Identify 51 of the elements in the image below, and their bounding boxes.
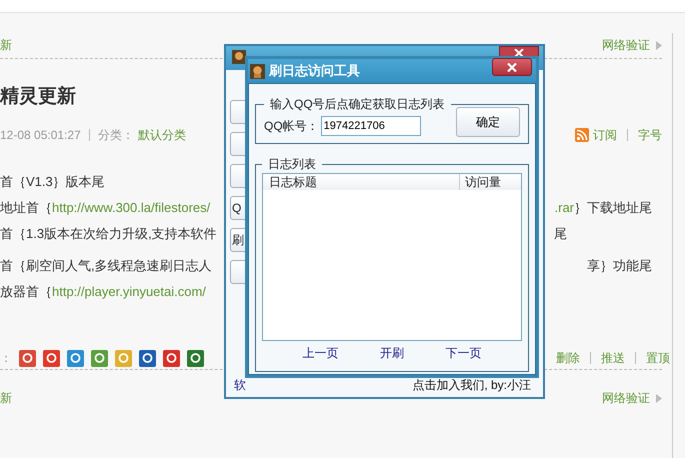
- content-line: .rar｝下载地址尾: [554, 199, 653, 217]
- log-list[interactable]: 日志标题 访问量: [262, 173, 522, 341]
- subscribe-link[interactable]: 订阅: [593, 126, 617, 144]
- group-label: 日志列表: [267, 156, 317, 173]
- content-line: 享｝功能尾: [587, 257, 653, 275]
- category-link[interactable]: 默认分类: [138, 126, 186, 144]
- post-time: 12-08 05:01:27: [0, 128, 81, 142]
- share-icon[interactable]: [139, 350, 156, 366]
- network-verify-link[interactable]: 网络验证: [602, 390, 662, 406]
- content-line: 首｛1.3版本在次给力升级,支持本软件: [0, 225, 217, 243]
- qq-label: QQ帐号：: [264, 118, 319, 134]
- download-link[interactable]: http://player.yinyuetai.com/: [52, 284, 206, 299]
- window-title: 刷日志访问工具: [269, 62, 360, 80]
- qq-input-field[interactable]: 1974221706: [320, 116, 421, 136]
- group-label: 输入QQ号后点确定获取日志列表: [269, 96, 446, 113]
- content-line: 首｛刷空间人气,多线程急速刷日志人: [0, 257, 212, 275]
- confirm-button[interactable]: 确定: [456, 107, 520, 137]
- column-header[interactable]: 访问量: [460, 174, 521, 190]
- font-size-link[interactable]: 字号: [638, 126, 662, 144]
- close-icon: [507, 62, 517, 72]
- content-line: 放器首｛http://player.yinyuetai.com/: [0, 283, 206, 301]
- category-label: 分类：: [98, 126, 134, 144]
- content-line: 地址首｛http://www.300.la/filestores/: [0, 199, 210, 217]
- join-link[interactable]: 点击加入我们, by:小汪: [412, 377, 531, 394]
- share-icon[interactable]: [91, 350, 108, 366]
- share-icon[interactable]: [187, 350, 204, 366]
- post-action-link[interactable]: 置顶: [646, 350, 670, 366]
- content-line: 尾: [554, 225, 568, 243]
- download-link[interactable]: http://www.300.la/filestores/: [52, 200, 210, 215]
- download-link[interactable]: .rar: [554, 200, 574, 215]
- close-button[interactable]: [492, 58, 532, 76]
- close-icon: [514, 49, 524, 57]
- pager-link[interactable]: 下一页: [445, 345, 482, 362]
- caret-icon: [656, 394, 662, 402]
- rss-icon: [575, 128, 589, 142]
- pager-link[interactable]: 上一页: [302, 345, 339, 362]
- post-action-link[interactable]: 删除: [556, 350, 580, 366]
- share-icon[interactable]: [43, 350, 60, 366]
- category-link[interactable]: 新: [0, 390, 12, 406]
- post-action-link[interactable]: 推送: [601, 350, 625, 366]
- category-link[interactable]: 新: [0, 37, 12, 54]
- network-verify-link[interactable]: 网络验证: [602, 37, 662, 54]
- share-icon[interactable]: [67, 350, 84, 366]
- pager-link[interactable]: 开刷: [380, 345, 404, 362]
- share-icon[interactable]: [19, 350, 36, 366]
- caret-icon: [656, 41, 662, 50]
- share-icon[interactable]: [163, 350, 180, 366]
- content-line: 首｛V1.3｝版本尾: [0, 173, 105, 191]
- column-header[interactable]: 日志标题: [263, 174, 460, 190]
- count-text: 软: [234, 377, 246, 394]
- share-label: ：: [0, 350, 12, 366]
